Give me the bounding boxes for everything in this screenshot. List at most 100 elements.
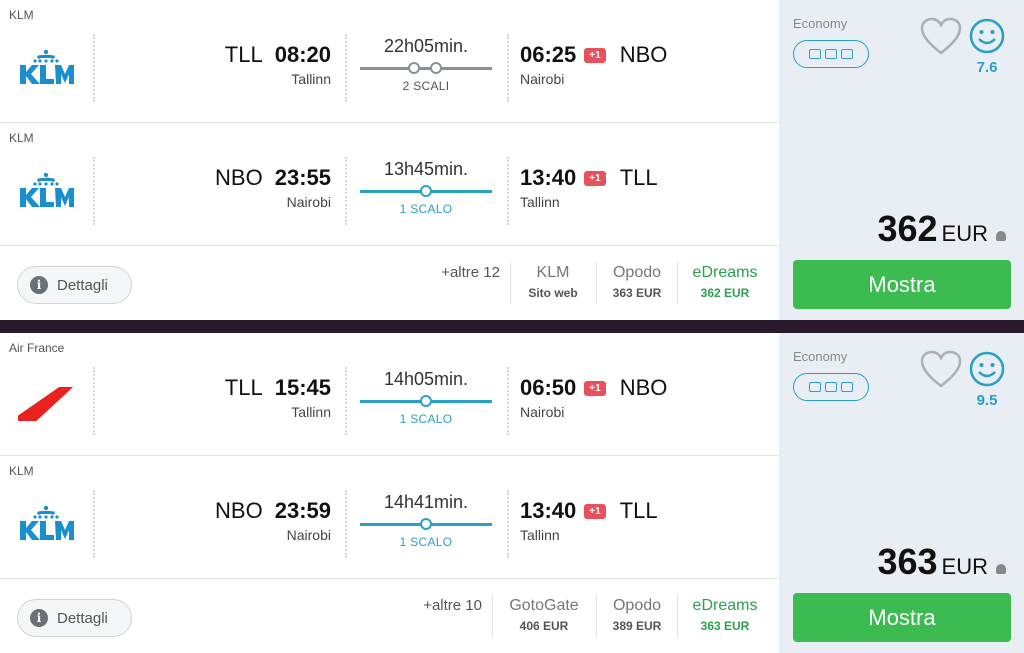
price-panel: Economy 7.6 362 EUR Mostra <box>779 0 1024 320</box>
provider-name: KLM <box>536 264 570 281</box>
arrival-city: Nairobi <box>520 71 565 87</box>
provider[interactable]: eDreams 363 EUR <box>682 597 768 633</box>
passenger-icon <box>996 231 1006 241</box>
flight-duration: 22h05min. 2 SCALI <box>360 36 492 93</box>
divider <box>345 34 347 102</box>
divider <box>345 367 347 435</box>
stop-dot <box>420 185 432 197</box>
details-label: Dettagli <box>57 276 108 294</box>
arrival-airport: NBO <box>619 375 668 400</box>
arrival-airport: TLL <box>619 165 658 190</box>
arrival: 06:50 +1 NBO Nairobi <box>520 375 667 420</box>
provider[interactable]: KLM Sito web <box>517 264 589 300</box>
air-france-logo <box>10 381 74 421</box>
departure-city: Nairobi <box>286 527 331 543</box>
provider[interactable]: eDreams 362 EUR <box>682 264 768 300</box>
card-footer: i Dettagli +altre 12 KLM Sito web Opodo … <box>0 246 779 320</box>
price: 362 EUR <box>877 208 1006 250</box>
heart-icon[interactable] <box>919 16 963 56</box>
more-providers-link[interactable]: +altre 10 <box>423 597 482 614</box>
smiley-icon <box>969 18 1005 54</box>
klm-logo <box>18 48 74 88</box>
departure-airport: NBO <box>215 498 263 523</box>
divider <box>596 595 597 637</box>
divider <box>345 490 347 558</box>
departure-time: 08:20 <box>274 42 331 67</box>
amenities-badge[interactable] <box>793 40 869 68</box>
provider-name: eDreams <box>692 264 758 281</box>
provider-price: 389 EUR <box>612 619 662 633</box>
outbound-leg[interactable]: Air France TLL 15:45 Tallinn 14h05min. 1 … <box>0 333 779 456</box>
show-button[interactable]: Mostra <box>793 593 1011 642</box>
return-leg[interactable]: KLM NBO 23:59 Nairobi 14h41min. 1 SCALO … <box>0 456 779 579</box>
flight-duration: 13h45min. 1 SCALO <box>360 159 492 216</box>
stops-count: 1 SCALO <box>399 535 453 549</box>
result-card[interactable]: Air France TLL 15:45 Tallinn 14h05min. 1 … <box>0 333 1024 653</box>
cabin-class: Economy <box>793 349 848 364</box>
provider[interactable]: Opodo 389 EUR <box>602 597 672 633</box>
stops-line <box>360 517 492 531</box>
divider <box>93 157 95 225</box>
airline-name: KLM <box>9 464 34 478</box>
price-currency: EUR <box>941 554 988 579</box>
divider <box>345 157 347 225</box>
airline-name: Air France <box>9 341 65 355</box>
rating-score: 9.5 <box>976 392 998 409</box>
departure-airport: TLL <box>224 42 263 67</box>
divider <box>507 490 509 558</box>
arrival-city: Tallinn <box>520 194 560 210</box>
next-day-badge: +1 <box>584 171 606 186</box>
itinerary: Air France TLL 15:45 Tallinn 14h05min. 1 … <box>0 333 779 653</box>
arrival: 13:40 +1 TLL Tallinn <box>520 165 658 210</box>
provider-name: Opodo <box>612 597 662 614</box>
details-label: Dettagli <box>57 609 108 627</box>
departure-time: 15:45 <box>274 375 331 400</box>
details-button[interactable]: i Dettagli <box>17 599 132 637</box>
departure-airport: NBO <box>215 165 263 190</box>
seat-icon <box>841 382 853 392</box>
provider[interactable]: Opodo 363 EUR <box>602 264 672 300</box>
result-card[interactable]: KLM TLL 08:20 Tallinn 22h05min. 2 SCALI … <box>0 0 1024 320</box>
amenities-badge[interactable] <box>793 373 869 401</box>
stops-count: 2 SCALI <box>402 79 450 93</box>
departure-city: Nairobi <box>286 194 331 210</box>
next-day-badge: +1 <box>584 48 606 63</box>
return-leg[interactable]: KLM NBO 23:55 Nairobi 13h45min. 1 SCALO … <box>0 123 779 246</box>
departure: TLL 08:20 Tallinn <box>225 42 331 87</box>
departure-airport: TLL <box>224 375 263 400</box>
stops-count: 1 SCALO <box>399 412 453 426</box>
duration-text: 13h45min. <box>383 159 469 179</box>
arrival-city: Tallinn <box>520 527 560 543</box>
divider <box>507 157 509 225</box>
provider-name: GotoGate <box>509 597 579 614</box>
show-button[interactable]: Mostra <box>793 260 1011 309</box>
stop-dot <box>420 518 432 530</box>
price-currency: EUR <box>941 221 988 246</box>
card-footer: i Dettagli +altre 10 GotoGate 406 EUR Op… <box>0 579 779 653</box>
divider <box>93 34 95 102</box>
info-icon: i <box>30 609 48 627</box>
departure-city: Tallinn <box>291 71 331 87</box>
baggage-icon <box>809 49 821 59</box>
airline-name: KLM <box>9 8 34 22</box>
arrival: 13:40 +1 TLL Tallinn <box>520 498 658 543</box>
divider <box>93 490 95 558</box>
departure-time: 23:55 <box>274 165 331 190</box>
duration-text: 14h05min. <box>383 369 469 389</box>
details-button[interactable]: i Dettagli <box>17 266 132 304</box>
provider-name: Opodo <box>612 264 662 281</box>
provider-name: eDreams <box>692 597 758 614</box>
stops-line <box>360 61 492 75</box>
flight-duration: 14h41min. 1 SCALO <box>360 492 492 549</box>
outbound-leg[interactable]: KLM TLL 08:20 Tallinn 22h05min. 2 SCALI … <box>0 0 779 123</box>
baggage-icon <box>809 382 821 392</box>
bag-icon <box>825 382 837 392</box>
arrival-airport: TLL <box>619 498 658 523</box>
more-providers-link[interactable]: +altre 12 <box>441 264 500 281</box>
departure-time: 23:59 <box>274 498 331 523</box>
heart-icon[interactable] <box>919 349 963 389</box>
stop-dot <box>430 62 442 74</box>
provider[interactable]: GotoGate 406 EUR <box>498 597 590 633</box>
divider <box>93 367 95 435</box>
arrival-city: Nairobi <box>520 404 565 420</box>
